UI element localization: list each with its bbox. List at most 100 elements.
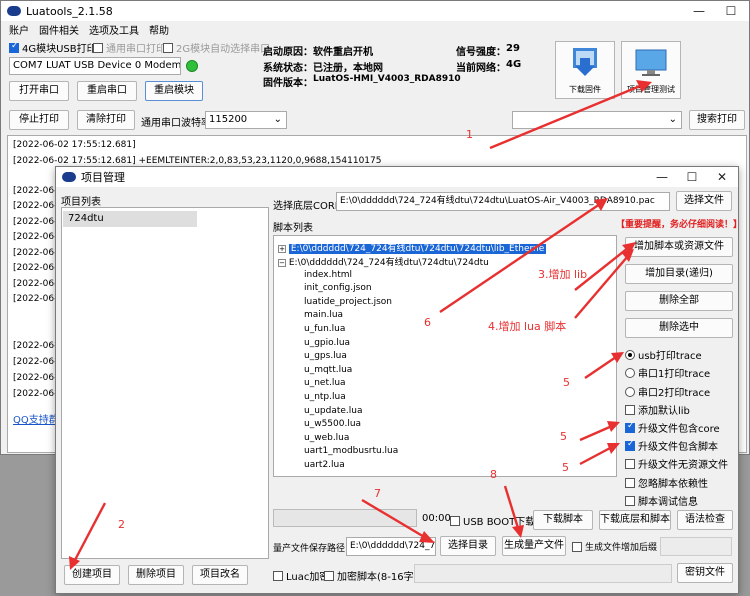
main-window-title: Luatools_2.1.58: [26, 4, 113, 18]
core-path-field[interactable]: E:\0\dddddd\724_724有线dtu\724dtu\LuatOS-A…: [336, 192, 670, 211]
download-core-script-button[interactable]: 下载底层和脚本: [599, 510, 671, 530]
tree-file[interactable]: u_gpio.lua: [304, 338, 350, 348]
close-icon[interactable]: ✕: [706, 167, 738, 187]
signal-value: 29: [506, 43, 520, 54]
tree-file[interactable]: u_mqtt.lua: [304, 365, 352, 375]
select-file-button[interactable]: 选择文件: [676, 191, 732, 211]
device-select[interactable]: COM7 LUAT USB Device 0 Modem (CC: [9, 57, 181, 75]
dialog-title: 项目管理: [81, 171, 125, 184]
checkbox-checked-icon: [625, 421, 635, 433]
syntax-check-button[interactable]: 语法检查: [677, 510, 733, 530]
option-checkbox-2[interactable]: 升级文件包含脚本: [625, 438, 718, 453]
delete-all-button[interactable]: 删除全部: [625, 291, 733, 311]
boot-reason-value: 软件重启开机: [313, 47, 373, 58]
encrypt-script-checkbox[interactable]: 加密脚本(8-16字节): [324, 568, 428, 583]
usb-print-checkbox[interactable]: 4G模块USB打印: [9, 40, 97, 55]
trace-radio-2[interactable]: 串口2打印trace: [625, 384, 710, 399]
open-port-button[interactable]: 打开串口: [9, 81, 69, 101]
gen-suffix-checkbox[interactable]: 生成文件增加后缀: [572, 540, 657, 553]
checkbox-icon: [273, 570, 283, 581]
option-checkbox-4[interactable]: 忽略脚本依赖性: [625, 475, 708, 490]
signal-label: 信号强度：: [456, 47, 506, 58]
download-script-button[interactable]: 下载脚本: [533, 510, 593, 530]
tree-file[interactable]: u_fun.lua: [304, 324, 345, 334]
project-manager-button[interactable]: 项目管理测试: [621, 41, 681, 99]
auto-port-checkbox[interactable]: 2G模块自动选择串口: [163, 40, 270, 55]
menu-options-tools[interactable]: 选项及工具: [89, 22, 139, 37]
annotation-4: 4.增加 lua 脚本: [488, 320, 567, 333]
tree-file[interactable]: luatide_project.json: [304, 297, 392, 307]
sys-state-label: 系统状态：: [263, 63, 313, 74]
annotation-5a: 5: [563, 376, 570, 389]
restart-port-button[interactable]: 重启串口: [77, 81, 137, 101]
stop-print-button[interactable]: 停止打印: [9, 110, 69, 130]
suffix-input[interactable]: [660, 537, 732, 556]
clear-print-button[interactable]: 清除打印: [77, 110, 135, 130]
select-directory-button[interactable]: 选择目录: [440, 536, 496, 556]
tree-file[interactable]: u_gps.lua: [304, 351, 347, 361]
option-checkbox-0[interactable]: 添加默认lib: [625, 402, 690, 417]
serial-print-checkbox[interactable]: 通用串口打印: [93, 40, 166, 55]
project-list[interactable]: 724dtu: [61, 207, 269, 559]
trace-radio-0[interactable]: usb打印trace: [625, 347, 702, 362]
key-file-button[interactable]: 密钥文件: [677, 563, 733, 583]
tree-file[interactable]: u_ntp.lua: [304, 392, 346, 402]
add-script-button[interactable]: 增加脚本或资源文件: [625, 237, 733, 257]
warning-link[interactable]: 【重要提醒，务必仔细阅读！】: [616, 217, 742, 230]
tree-file[interactable]: u_web.lua: [304, 433, 349, 443]
rename-project-button[interactable]: 项目改名: [192, 565, 248, 585]
output-path-field[interactable]: E:\0\dddddd\724_724: [346, 537, 436, 556]
menu-firmware[interactable]: 固件相关: [39, 22, 79, 37]
luac-encrypt-checkbox[interactable]: Luac加密: [273, 568, 329, 583]
checkbox-icon: [625, 404, 635, 415]
menu-help[interactable]: 帮助: [149, 22, 169, 37]
tree-folder-project[interactable]: − E:\0\dddddd\724_724有线dtu\724dtu\724dtu: [278, 255, 489, 268]
maximize-icon[interactable]: ☐: [676, 167, 708, 187]
minimize-icon[interactable]: —: [683, 1, 715, 21]
tree-file[interactable]: main.lua: [304, 310, 343, 320]
option-checkbox-3[interactable]: 升级文件无资源文件: [625, 456, 728, 471]
menu-account[interactable]: 账户: [9, 22, 29, 37]
annotation-5b: 5: [560, 430, 567, 443]
menu-bar: 账户 固件相关 选项及工具 帮助: [9, 22, 169, 37]
option-checkbox-5[interactable]: 脚本调试信息: [625, 493, 698, 508]
tree-file[interactable]: uart2.lua: [304, 460, 345, 470]
tree-file[interactable]: uart1_modbusrtu.lua: [304, 446, 398, 456]
minimize-icon[interactable]: —: [646, 167, 678, 187]
checkbox-icon: [93, 42, 103, 53]
checkbox-icon: [163, 42, 173, 53]
delete-selected-button[interactable]: 删除选中: [625, 318, 733, 338]
tree-file[interactable]: u_update.lua: [304, 406, 363, 416]
tree-folder-lib[interactable]: + E:\0\dddddd\724_724有线dtu\724dtu\724dtu…: [278, 241, 547, 254]
network-value: 4G: [506, 59, 522, 70]
checkbox-icon: [625, 495, 635, 506]
checkbox-checked-icon: [9, 41, 19, 53]
baud-select[interactable]: 115200 ⌄: [205, 111, 287, 129]
delete-project-button[interactable]: 删除项目: [128, 565, 184, 585]
dialog-titlebar: 项目管理 — ☐ ✕: [56, 167, 738, 187]
trace-radio-1[interactable]: 串口1打印trace: [625, 365, 710, 380]
boot-reason-label: 启动原因：: [263, 47, 313, 58]
chevron-down-icon: ⌄: [668, 114, 677, 125]
download-firmware-button[interactable]: 下载固件: [555, 41, 615, 99]
option-checkbox-1[interactable]: 升级文件包含core: [625, 420, 720, 435]
tree-file[interactable]: init_config.json: [304, 283, 372, 293]
log-search-input[interactable]: ⌄: [512, 111, 682, 129]
tree-file[interactable]: u_w5500.lua: [304, 419, 361, 429]
radio-icon: [625, 349, 635, 360]
radio-icon: [625, 386, 635, 397]
qq-support-link[interactable]: QQ支持群: [13, 411, 59, 426]
tree-file[interactable]: u_net.lua: [304, 378, 346, 388]
usb-boot-checkbox[interactable]: USB BOOT下载: [450, 513, 535, 528]
generate-production-button[interactable]: 生成量产文件: [502, 536, 566, 556]
search-log-button[interactable]: 搜索打印: [689, 110, 745, 130]
create-project-button[interactable]: 创建项目: [64, 565, 120, 585]
project-list-label: 项目列表: [61, 197, 101, 208]
tree-file[interactable]: index.html: [304, 270, 352, 280]
maximize-icon[interactable]: ☐: [715, 1, 747, 21]
project-item[interactable]: 724dtu: [63, 211, 197, 227]
checkbox-icon: [625, 477, 635, 488]
restart-module-button[interactable]: 重启模块: [145, 81, 203, 101]
encrypt-key-input[interactable]: [414, 564, 672, 583]
add-directory-button[interactable]: 增加目录(递归): [625, 264, 733, 284]
